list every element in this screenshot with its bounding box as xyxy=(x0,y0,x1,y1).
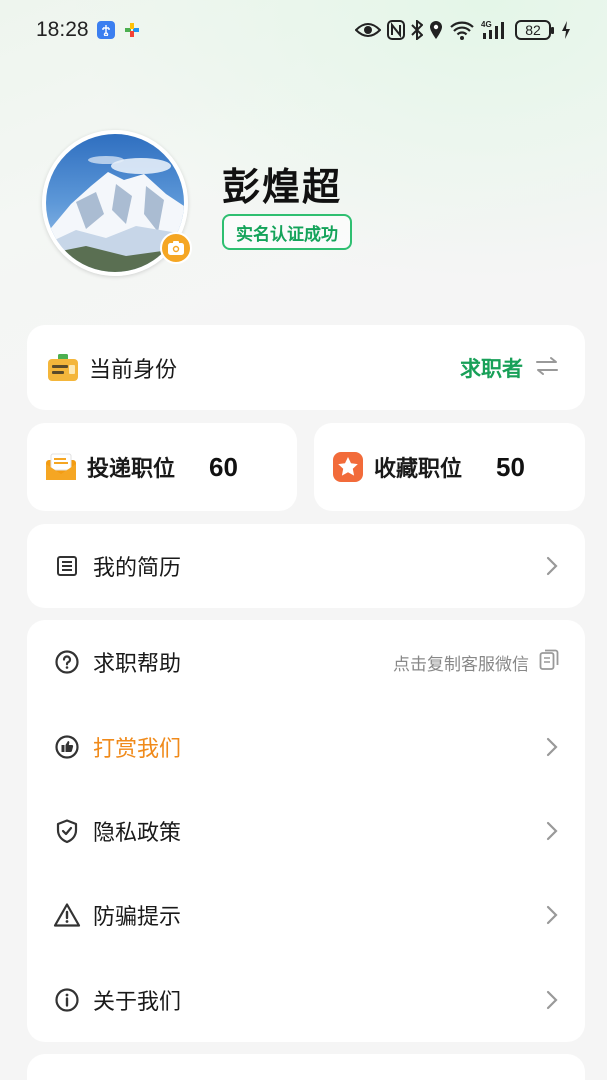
identity-value: 求职者 xyxy=(460,356,523,381)
verification-badge: 实名认证成功 xyxy=(222,214,352,250)
status-bar-right: 4G 82 xyxy=(355,19,571,41)
id-card-icon xyxy=(47,352,79,384)
document-icon xyxy=(51,550,83,582)
thumbs-up-circle-icon xyxy=(51,731,83,763)
location-icon xyxy=(429,20,443,40)
chevron-right-icon xyxy=(545,989,559,1011)
nfc-icon xyxy=(387,20,405,40)
cellular-4g-icon: 4G xyxy=(481,19,509,41)
swap-arrows-icon[interactable] xyxy=(535,356,559,380)
chevron-right-icon xyxy=(545,904,559,926)
fraud-label: 防骗提示 xyxy=(93,905,182,931)
status-bar: 18:28 4G 82 xyxy=(0,0,607,60)
warning-triangle-icon xyxy=(51,899,83,931)
menu-item-fraud[interactable]: 防骗提示 xyxy=(51,873,559,957)
applied-jobs-label: 投递职位 xyxy=(87,457,176,482)
resume-row[interactable]: 我的简历 xyxy=(27,524,585,608)
status-bar-left: 18:28 xyxy=(36,18,141,42)
bluetooth-icon xyxy=(411,20,423,40)
menu-item-about[interactable]: 关于我们 xyxy=(51,958,559,1042)
copy-wechat-hint[interactable]: 点击复制客服微信 xyxy=(393,649,559,676)
info-circle-icon xyxy=(51,984,83,1016)
wifi-icon xyxy=(449,20,475,40)
chevron-right-icon xyxy=(545,736,559,758)
menu-item-privacy[interactable]: 隐私政策 xyxy=(51,789,559,873)
shield-check-icon xyxy=(51,815,83,847)
chevron-right-icon xyxy=(545,555,559,577)
resume-label: 我的简历 xyxy=(93,556,182,581)
menu-card: 求职帮助 点击复制客服微信 打赏我们 隐私政策 防骗提示 关于我们 xyxy=(27,620,585,1042)
about-label: 关于我们 xyxy=(93,989,182,1015)
envelope-icon xyxy=(45,451,77,483)
chevron-right-icon xyxy=(545,820,559,842)
menu-item-reward[interactable]: 打赏我们 xyxy=(51,704,559,788)
avatar-container[interactable] xyxy=(42,130,192,278)
eye-icon xyxy=(355,21,381,39)
battery-level: 82 xyxy=(525,22,541,38)
bottom-card-partial xyxy=(27,1054,585,1080)
question-circle-icon xyxy=(51,646,83,678)
usb-app-icon xyxy=(96,21,115,39)
copy-icon[interactable] xyxy=(539,649,559,676)
applied-jobs-count: 60 xyxy=(209,451,238,482)
menu-item-help[interactable]: 求职帮助 点击复制客服微信 xyxy=(51,620,559,704)
identity-card[interactable]: 当前身份 求职者 xyxy=(27,325,585,410)
colorful-app-icon xyxy=(123,21,141,39)
identity-label: 当前身份 xyxy=(89,357,178,383)
favorite-jobs-count: 50 xyxy=(496,451,525,482)
user-name: 彭煌超 xyxy=(222,165,343,209)
favorite-jobs-card[interactable]: 收藏职位 50 xyxy=(314,423,585,511)
privacy-label: 隐私政策 xyxy=(93,820,182,846)
identity-switch[interactable]: 求职者 xyxy=(460,353,559,383)
network-type-label: 4G xyxy=(481,20,492,29)
battery-icon: 82 xyxy=(515,20,554,40)
reward-label: 打赏我们 xyxy=(93,736,182,762)
applied-jobs-card[interactable]: 投递职位 60 xyxy=(27,423,297,511)
help-label: 求职帮助 xyxy=(93,652,182,678)
status-time: 18:28 xyxy=(36,18,89,41)
camera-icon[interactable] xyxy=(160,232,192,264)
copy-wechat-text: 点击复制客服微信 xyxy=(393,654,529,675)
charging-icon xyxy=(561,20,571,40)
favorite-jobs-label: 收藏职位 xyxy=(374,457,463,482)
star-icon xyxy=(332,451,364,483)
